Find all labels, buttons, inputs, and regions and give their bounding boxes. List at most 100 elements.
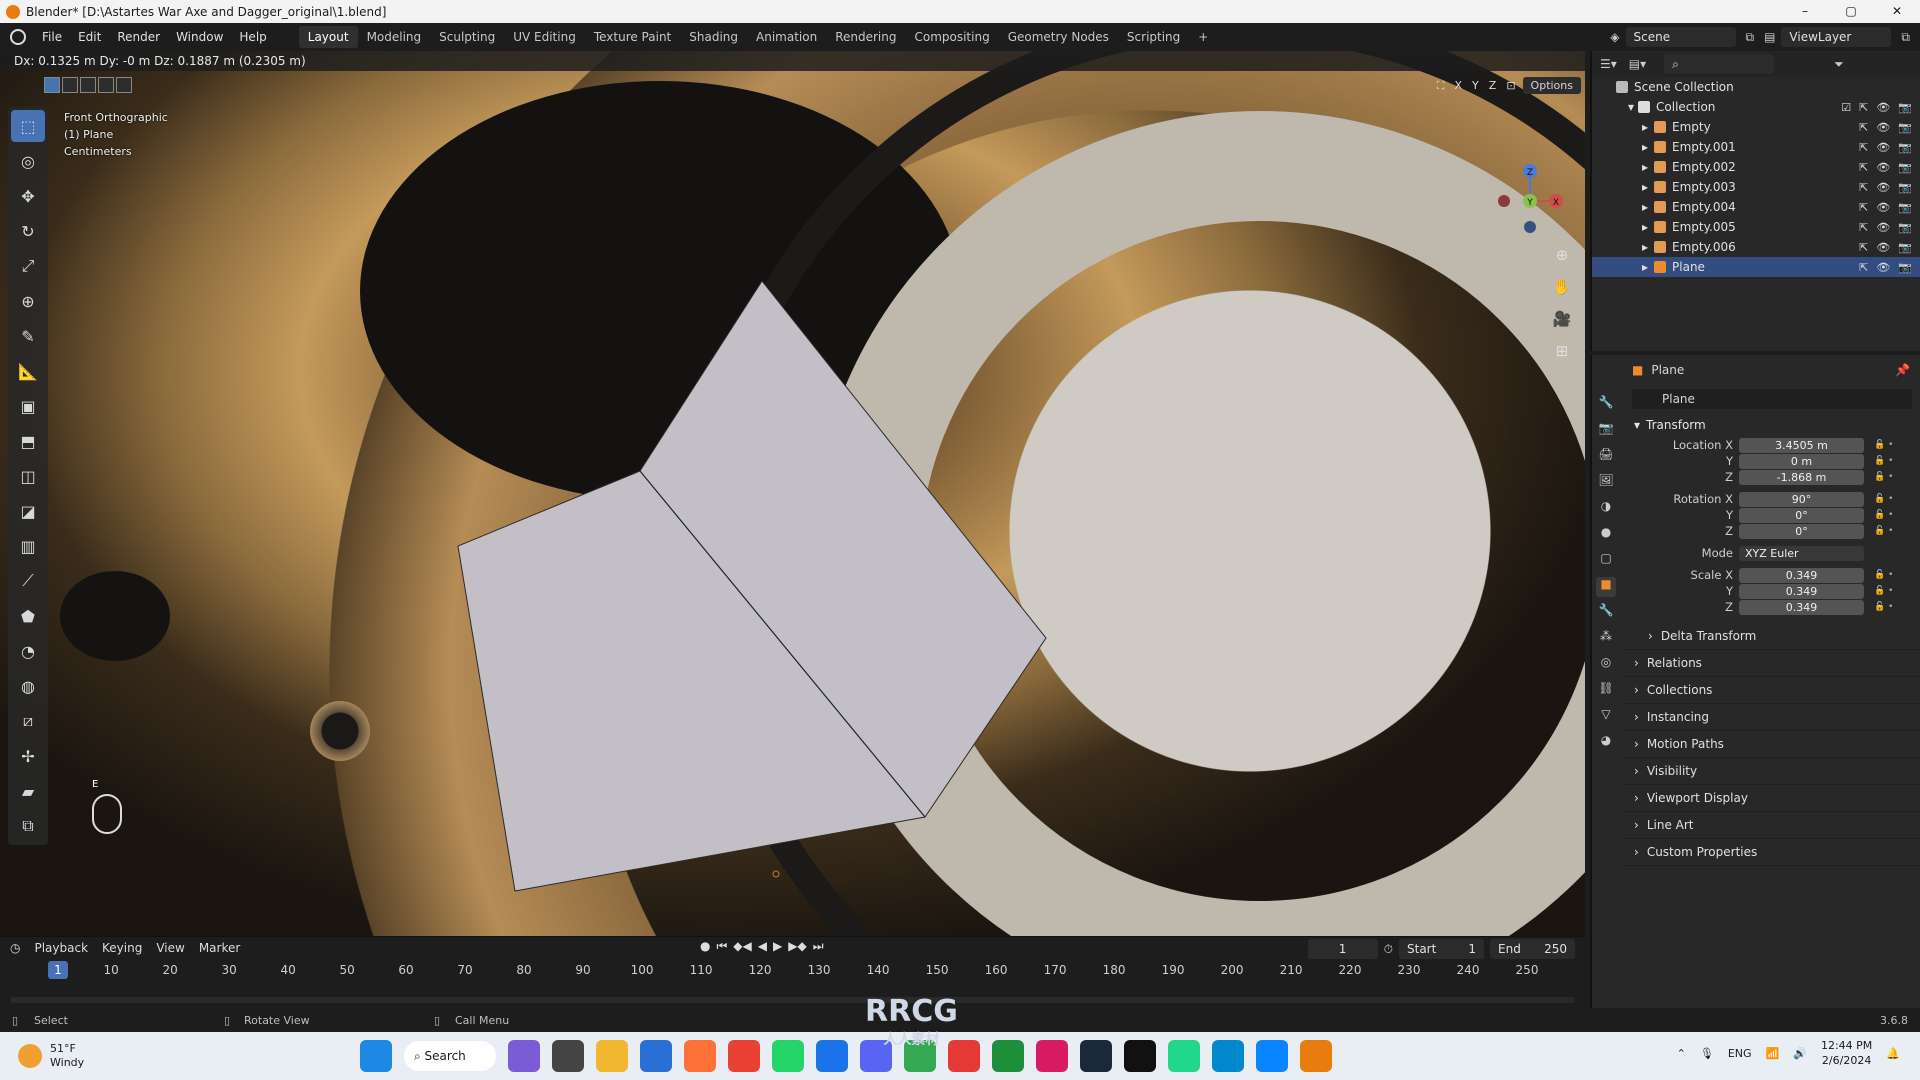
lock-icon[interactable]: 🔓 • bbox=[1874, 526, 1893, 536]
expand-arrow-icon[interactable]: ▸ bbox=[1642, 180, 1648, 194]
play-reverse-icon[interactable]: ◀ bbox=[758, 939, 767, 954]
menu-file[interactable]: File bbox=[34, 30, 70, 44]
select-mode-intersect-button[interactable] bbox=[116, 77, 132, 93]
taskbar-search[interactable]: ⌕ Search bbox=[404, 1041, 496, 1071]
subpanel-header[interactable]: › Instancing bbox=[1624, 704, 1920, 731]
render-camera-icon[interactable]: 📷 bbox=[1898, 181, 1912, 194]
rotation-y-field[interactable]: 0° bbox=[1739, 507, 1864, 523]
select-box-tool[interactable]: ⬚ bbox=[11, 110, 45, 142]
camera-view-icon[interactable]: 🎥 bbox=[1550, 310, 1574, 332]
tab-compositing[interactable]: Compositing bbox=[905, 26, 998, 48]
view-layer-icon[interactable]: ▤ bbox=[1764, 30, 1775, 44]
current-frame-field[interactable]: 1 bbox=[1307, 939, 1378, 959]
expand-arrow-icon[interactable]: ▾ bbox=[1628, 100, 1634, 114]
pin-icon[interactable]: 📌 bbox=[1895, 363, 1910, 377]
current-frame-indicator[interactable]: 1 bbox=[48, 961, 68, 979]
location-z-field[interactable]: -1.868 m bbox=[1739, 469, 1864, 485]
rotation-x-field[interactable]: 90° bbox=[1739, 491, 1864, 507]
select-mode-new-button[interactable] bbox=[44, 77, 60, 93]
lock-icon[interactable]: 🔓 • bbox=[1874, 494, 1893, 504]
menu-edit[interactable]: Edit bbox=[70, 30, 109, 44]
spin-tool[interactable]: ◔ bbox=[11, 635, 45, 667]
gizmo-neg-z-axis[interactable] bbox=[1524, 221, 1536, 233]
cursor-tool[interactable]: ◎ bbox=[11, 145, 45, 177]
tab-animation[interactable]: Animation bbox=[747, 26, 826, 48]
exclude-checkbox[interactable]: ☑ bbox=[1841, 101, 1851, 114]
app-icon[interactable] bbox=[816, 1040, 848, 1072]
shear-tool[interactable]: ▰ bbox=[11, 775, 45, 807]
jump-start-icon[interactable]: ⏮ bbox=[716, 939, 727, 954]
collection-tab-icon[interactable]: ▢ bbox=[1596, 551, 1616, 571]
prev-keyframe-icon[interactable]: ◆◀ bbox=[733, 939, 751, 954]
frame-ruler[interactable]: 1102030405060708090100110120130140150160… bbox=[0, 963, 1585, 985]
add-workspace-button[interactable]: + bbox=[1189, 26, 1217, 48]
expand-arrow-icon[interactable]: ▸ bbox=[1642, 240, 1648, 254]
poly-build-tool[interactable]: ⬟ bbox=[11, 600, 45, 632]
select-mode-extend-button[interactable] bbox=[62, 77, 78, 93]
edge-slide-tool[interactable]: ⧄ bbox=[11, 705, 45, 737]
render-camera-icon[interactable]: 📷 bbox=[1898, 201, 1912, 214]
app-icon[interactable] bbox=[992, 1040, 1024, 1072]
timeline-scrollbar[interactable] bbox=[10, 997, 1575, 1003]
expand-arrow-icon[interactable]: ▸ bbox=[1642, 160, 1648, 174]
3d-viewport[interactable]: Dx: 0.1325 m Dy: -0 m Dz: 0.1887 m (0.23… bbox=[0, 51, 1585, 936]
select-toggle-icon[interactable]: ⇱ bbox=[1859, 181, 1868, 194]
menu-help[interactable]: Help bbox=[231, 30, 274, 44]
outliner-item[interactable]: ▸ Empty.006 ⇱ 👁 📷 bbox=[1592, 237, 1920, 257]
ortho-grid-icon[interactable]: ⊞ bbox=[1550, 342, 1574, 364]
notification-bell-icon[interactable]: 🔔 bbox=[1886, 1047, 1900, 1060]
expand-arrow-icon[interactable]: ▸ bbox=[1642, 120, 1648, 134]
options-dropdown[interactable]: Options bbox=[1522, 77, 1581, 94]
render-camera-icon[interactable]: 📷 bbox=[1898, 121, 1912, 134]
tab-uv-editing[interactable]: UV Editing bbox=[504, 26, 585, 48]
transform-tool[interactable]: ⊕ bbox=[11, 285, 45, 317]
scene-collection-row[interactable]: Scene Collection bbox=[1592, 77, 1920, 97]
timeline-menu-marker[interactable]: Marker bbox=[199, 941, 240, 955]
collection-row[interactable]: ▾ Collection ☑ ⇱ 👁 📷 bbox=[1592, 97, 1920, 117]
tab-scripting[interactable]: Scripting bbox=[1118, 26, 1189, 48]
edge-icon[interactable] bbox=[1256, 1040, 1288, 1072]
visibility-eye-icon[interactable]: 👁 bbox=[1876, 141, 1890, 154]
rotation-z-field[interactable]: 0° bbox=[1739, 523, 1864, 539]
app-icon[interactable] bbox=[1036, 1040, 1068, 1072]
particles-tab-icon[interactable]: ⁂ bbox=[1596, 629, 1616, 649]
tab-texture-paint[interactable]: Texture Paint bbox=[585, 26, 680, 48]
select-mode-subtract-button[interactable] bbox=[80, 77, 96, 93]
shrink-fatten-tool[interactable]: ✢ bbox=[11, 740, 45, 772]
menu-window[interactable]: Window bbox=[168, 30, 231, 44]
rotate-tool[interactable]: ↻ bbox=[11, 215, 45, 247]
plane-mesh[interactable] bbox=[0, 51, 1585, 936]
loop-cut-tool[interactable]: ▥ bbox=[11, 530, 45, 562]
visibility-eye-icon[interactable]: 👁 bbox=[1876, 221, 1890, 234]
menu-render[interactable]: Render bbox=[109, 30, 168, 44]
microphone-icon[interactable]: 🎙 bbox=[1700, 1047, 1714, 1060]
bevel-tool[interactable]: ◪ bbox=[11, 495, 45, 527]
measure-tool[interactable]: 📐 bbox=[11, 355, 45, 387]
file-explorer-icon[interactable] bbox=[596, 1040, 628, 1072]
display-mode-icon[interactable]: ▤▾ bbox=[1629, 57, 1646, 71]
location-y-field[interactable]: 0 m bbox=[1739, 453, 1864, 469]
firefox-icon[interactable] bbox=[684, 1040, 716, 1072]
lock-icon[interactable]: 🔓 • bbox=[1874, 510, 1893, 520]
tab-rendering[interactable]: Rendering bbox=[826, 26, 905, 48]
subpanel-header[interactable]: › Viewport Display bbox=[1624, 785, 1920, 812]
view-layer-field[interactable]: ViewLayer bbox=[1781, 27, 1892, 47]
minimize-button[interactable]: – bbox=[1782, 0, 1828, 23]
blender-taskbar-icon[interactable] bbox=[1300, 1040, 1332, 1072]
copilot-icon[interactable] bbox=[508, 1040, 540, 1072]
next-keyframe-icon[interactable]: ▶◆ bbox=[788, 939, 806, 954]
visibility-eye-icon[interactable]: 👁 bbox=[1876, 261, 1890, 274]
outliner-item[interactable]: ▸ Empty.001 ⇱ 👁 📷 bbox=[1592, 137, 1920, 157]
constraints-tab-icon[interactable]: ⛓ bbox=[1596, 681, 1616, 701]
render-camera-icon[interactable]: 📷 bbox=[1898, 161, 1912, 174]
select-toggle-icon[interactable]: ⇱ bbox=[1859, 201, 1868, 214]
timeline-menu-keying[interactable]: Keying bbox=[102, 941, 142, 955]
knife-tool[interactable]: ⟋ bbox=[11, 565, 45, 597]
smooth-tool[interactable]: ◍ bbox=[11, 670, 45, 702]
gizmo-neg-x-axis[interactable] bbox=[1498, 195, 1510, 207]
select-toggle-icon[interactable]: ⇱ bbox=[1859, 141, 1868, 154]
jump-end-icon[interactable]: ⏭ bbox=[813, 939, 824, 954]
tool-tab-icon[interactable]: 🔧 bbox=[1596, 395, 1616, 415]
outliner-item[interactable]: ▸ Empty.005 ⇱ 👁 📷 bbox=[1592, 217, 1920, 237]
select-toggle-icon[interactable]: ⇱ bbox=[1859, 101, 1868, 114]
